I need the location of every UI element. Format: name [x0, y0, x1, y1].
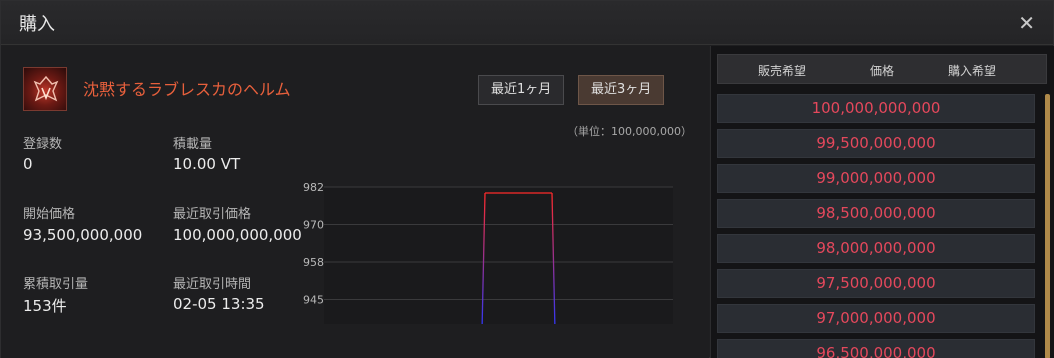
price-row[interactable]: 100,000,000,000 [717, 94, 1035, 123]
recent-1-month-button[interactable]: 最近1ヶ月 [478, 75, 565, 105]
helmet-glyph [33, 75, 59, 102]
title-bar: 購入 ✕ [1, 1, 1053, 45]
start-price-label: 開始価格 [23, 207, 76, 222]
y-tick-label: 982 [303, 181, 324, 194]
weight-label: 積載量 [173, 137, 213, 152]
price-row[interactable]: 99,500,000,000 [717, 129, 1035, 158]
recent-price-label: 最近取引価格 [173, 207, 252, 222]
registered-count-value: 0 [23, 155, 33, 173]
y-tick-label: 970 [303, 219, 324, 232]
helmet-icon [23, 67, 67, 111]
item-name: 沈黙するラブレスカのヘルム [83, 80, 291, 99]
price-row[interactable]: 97,000,000,000 [717, 304, 1035, 333]
total-trades-label: 累積取引量 [23, 277, 89, 292]
weight-value: 10.00 VT [173, 155, 241, 173]
close-icon[interactable]: ✕ [1018, 11, 1035, 35]
scrollbar-thumb[interactable] [1045, 94, 1050, 358]
recent-time-value: 02-05 13:35 [173, 295, 265, 313]
price-row[interactable]: 99,000,000,000 [717, 164, 1035, 193]
item-detail-panel: 沈黙するラブレスカのヘルム 最近1ヶ月 最近3ヶ月 登録数 0 積載量 10.0… [1, 46, 709, 358]
start-price-value: 93,500,000,000 [23, 226, 143, 244]
orderbook-header: 販売希望 価格 購入希望 [717, 54, 1047, 84]
price-row[interactable]: 97,500,000,000 [717, 269, 1035, 298]
buy-request-header: 購入希望 [948, 64, 997, 78]
registered-count-label: 登録数 [23, 137, 63, 152]
recent-time-label: 最近取引時間 [173, 277, 252, 292]
y-tick-label: 958 [303, 256, 324, 269]
orderbook-scrollbar[interactable] [1045, 94, 1050, 358]
purchase-window: 購入 ✕ 沈黙するラブレスカのヘルム 最近1ヶ月 最近3ヶ月 登録数 0 積載量… [0, 0, 1054, 358]
orderbook-panel: 販売希望 価格 購入希望 100,000,000,000 99,500,000,0… [710, 46, 1054, 358]
plot-area [324, 187, 673, 324]
total-trades-value: 153件 [23, 297, 67, 315]
price-row[interactable]: 96,500,000,000 [717, 339, 1035, 358]
y-tick-label: 945 [303, 294, 324, 307]
sell-request-header: 販売希望 [758, 64, 807, 78]
price-history-chart: 9829709589459332023/11/162023/12/161/152… [303, 181, 673, 324]
price-header: 価格 [870, 64, 895, 78]
recent-3-month-button[interactable]: 最近3ヶ月 [578, 75, 665, 105]
price-row[interactable]: 98,000,000,000 [717, 234, 1035, 263]
price-row[interactable]: 98,500,000,000 [717, 199, 1035, 228]
window-title: 購入 [19, 14, 55, 35]
